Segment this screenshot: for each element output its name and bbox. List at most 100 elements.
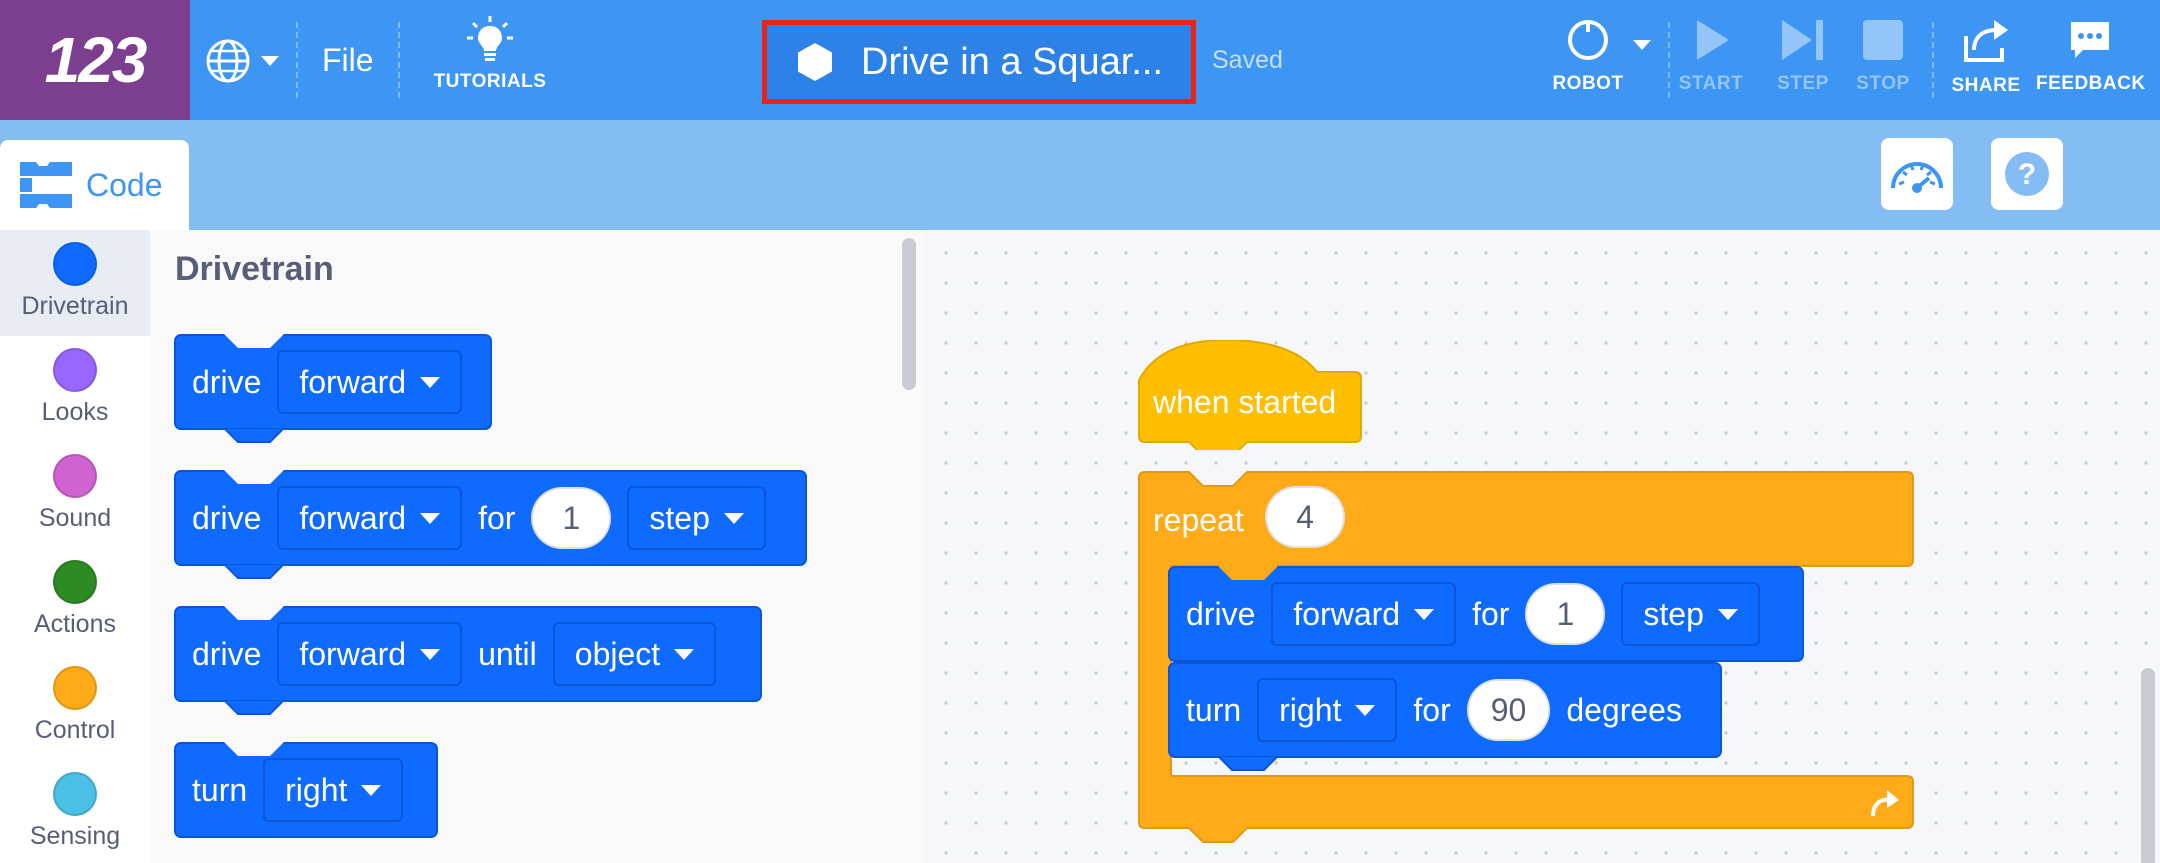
block-keyword: drive	[192, 635, 262, 672]
tab-code[interactable]: Code	[0, 140, 189, 230]
canvas-scrollbar[interactable]	[2141, 668, 2155, 863]
direction-dropdown[interactable]: forward	[277, 350, 463, 414]
direction-dropdown[interactable]: forward	[277, 622, 463, 686]
dropdown-value: forward	[299, 363, 407, 400]
block-keyword: for	[1472, 595, 1510, 632]
category-dot	[53, 454, 97, 498]
dropdown-value: object	[574, 635, 661, 672]
step-button[interactable]: STEP	[1768, 18, 1838, 95]
share-button[interactable]: SHARE	[1950, 18, 2022, 97]
dropdown-arrow-icon	[723, 512, 744, 524]
unit-dropdown[interactable]: step	[627, 486, 766, 550]
dropdown-arrow-icon	[420, 376, 441, 388]
feedback-button[interactable]: FEEDBACK	[2036, 18, 2146, 95]
project-title-field[interactable]: Drive in a Squar...	[762, 20, 1196, 104]
chevron-down-icon[interactable]	[1631, 38, 1653, 52]
category-list: Drivetrain Looks Sound Actions Control S…	[0, 230, 150, 863]
palette-title: Drivetrain	[175, 250, 334, 288]
category-sound[interactable]: Sound	[0, 442, 150, 548]
category-sensing[interactable]: Sensing	[0, 760, 150, 863]
amount-input[interactable]: 1	[531, 487, 612, 549]
unit-dropdown[interactable]: step	[1621, 582, 1760, 646]
robot-connection-icon	[1568, 20, 1608, 60]
block-tab	[224, 564, 284, 579]
start-button[interactable]: START	[1676, 18, 1746, 95]
direction-dropdown[interactable]: forward	[277, 486, 463, 550]
project-title: Drive in a Squar...	[861, 40, 1164, 83]
robot-button[interactable]: ROBOT	[1548, 18, 1628, 95]
amount-input[interactable]: 90	[1466, 679, 1551, 741]
direction-dropdown[interactable]: right	[263, 758, 404, 822]
block-tab	[224, 700, 284, 715]
code-canvas[interactable]: when started repeat 4 drive forward for …	[925, 230, 2160, 863]
block-notch	[1218, 566, 1278, 580]
globe-icon	[206, 39, 250, 83]
tutorials-button[interactable]: TUTORIALS	[415, 16, 565, 93]
script-hat-block[interactable]: when started	[1137, 340, 1363, 450]
script-block-drive-for[interactable]: drive forward for 1 step	[1168, 566, 1804, 662]
stop-button[interactable]: STOP	[1848, 18, 1918, 95]
file-menu[interactable]: File	[322, 42, 374, 79]
category-drivetrain[interactable]: Drivetrain	[0, 230, 150, 336]
dropdown-value: step	[1643, 595, 1704, 632]
language-menu[interactable]	[205, 36, 285, 86]
stop-icon	[1863, 20, 1903, 60]
block-tab	[1218, 756, 1278, 771]
feedback-label: FEEDBACK	[2036, 73, 2146, 94]
tutorials-label: TUTORIALS	[433, 71, 547, 92]
share-icon	[1964, 20, 2008, 62]
divider	[1668, 22, 1670, 98]
palette-block-drive[interactable]: drive forward	[174, 334, 492, 443]
chevron-down-icon	[261, 56, 279, 66]
palette-block-drive-until[interactable]: drive forward until object	[174, 606, 762, 715]
palette-block-turn[interactable]: turn right	[174, 742, 438, 838]
amount-input[interactable]: 1	[1525, 583, 1606, 645]
block-keyword: degrees	[1566, 691, 1682, 728]
block-keyword: for	[478, 499, 516, 536]
block-notch	[224, 334, 284, 348]
dropdown-value: right	[285, 771, 348, 808]
loop-arrow-icon	[1871, 790, 1899, 817]
save-status: Saved	[1212, 46, 1283, 74]
script-block-turn-for[interactable]: turn right for 90 degrees	[1168, 662, 1722, 771]
top-bar: 123 File TUTORIALS Drive in a Squar... S…	[0, 0, 2160, 120]
palette-scrollbar[interactable]	[902, 238, 916, 390]
direction-dropdown[interactable]: right	[1257, 678, 1398, 742]
dropdown-value: forward	[299, 499, 407, 536]
robot-label: ROBOT	[1552, 73, 1624, 94]
dropdown-value: forward	[299, 635, 407, 672]
lightbulb-icon	[467, 16, 513, 61]
category-label: Sound	[38, 504, 112, 532]
dropdown-arrow-icon	[1414, 608, 1435, 620]
dropdown-value: right	[1279, 691, 1342, 728]
direction-dropdown[interactable]: forward	[1271, 582, 1457, 646]
stop-label: STOP	[1856, 73, 1910, 94]
block-keyword: for	[1413, 691, 1451, 728]
block-tab	[224, 428, 284, 443]
block-notch	[224, 742, 284, 756]
dashboard-button[interactable]	[1881, 138, 1953, 210]
category-actions[interactable]: Actions	[0, 548, 150, 654]
category-dot	[53, 772, 97, 816]
category-label: Sensing	[29, 822, 121, 850]
repeat-count-input[interactable]: 4	[1265, 486, 1345, 548]
feedback-icon	[2071, 22, 2109, 58]
palette-block-drive-for[interactable]: drive forward for 1 step	[174, 470, 807, 579]
target-dropdown[interactable]: object	[552, 622, 717, 686]
gauge-icon	[1891, 162, 1943, 193]
help-button[interactable]: ?	[1991, 138, 2063, 210]
category-dot	[53, 348, 97, 392]
app-logo[interactable]: 123	[0, 0, 190, 120]
tab-code-label: Code	[86, 166, 163, 203]
category-dot	[53, 666, 97, 710]
divider	[398, 22, 400, 98]
dropdown-arrow-icon	[420, 648, 441, 660]
category-control[interactable]: Control	[0, 654, 150, 760]
category-label: Actions	[34, 610, 116, 638]
block-keyword: drive	[192, 499, 262, 536]
block-keyword: until	[478, 635, 537, 672]
category-looks[interactable]: Looks	[0, 336, 150, 442]
block-keyword: drive	[192, 363, 262, 400]
dropdown-arrow-icon	[674, 648, 695, 660]
dropdown-value: forward	[1293, 595, 1401, 632]
